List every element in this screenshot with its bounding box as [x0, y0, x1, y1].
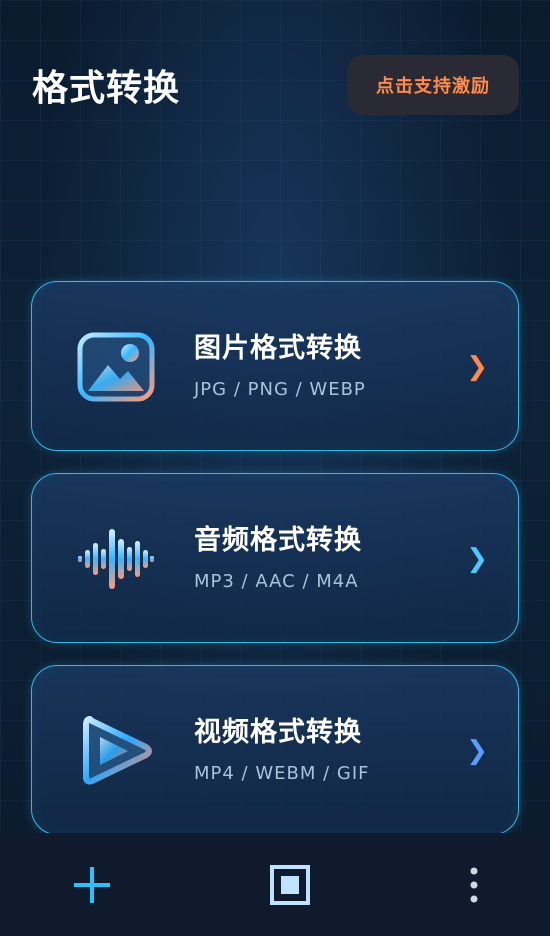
card-title: 图片格式转换	[194, 333, 362, 364]
card-title: 视频格式转换	[194, 717, 362, 748]
card-image-convert[interactable]: 图片格式转换 JPG / PNG / WEBP ❯	[31, 281, 519, 451]
chevron-right-icon: ❯	[466, 736, 488, 766]
more-vertical-icon[interactable]	[468, 865, 480, 905]
header: 格式转换 点击支持激励	[32, 55, 519, 115]
square-icon[interactable]	[270, 864, 310, 905]
card-text: 音频格式转换 MP3 / AAC / M4A	[194, 518, 362, 592]
card-formats: MP4 / WEBM / GIF	[194, 763, 370, 784]
card-video-convert[interactable]: 视频格式转换 MP4 / WEBM / GIF ❯	[31, 665, 519, 835]
card-formats: JPG / PNG / WEBP	[194, 379, 366, 400]
play-icon	[76, 711, 156, 791]
support-button[interactable]: 点击支持激励	[347, 55, 519, 115]
card-text: 图片格式转换 JPG / PNG / WEBP	[194, 326, 366, 400]
card-formats: MP3 / AAC / M4A	[194, 571, 359, 592]
page-title: 格式转换	[32, 68, 181, 109]
card-audio-convert[interactable]: 音频格式转换 MP3 / AAC / M4A ❯	[31, 473, 519, 643]
card-title: 音频格式转换	[194, 525, 362, 556]
chevron-right-icon: ❯	[466, 352, 488, 382]
bottom-bar	[0, 833, 550, 936]
card-text: 视频格式转换 MP4 / WEBM / GIF	[194, 710, 370, 784]
add-icon[interactable]	[72, 865, 112, 905]
chevron-right-icon: ❯	[466, 544, 488, 574]
audio-wave-icon	[76, 519, 156, 599]
image-icon	[76, 327, 156, 407]
